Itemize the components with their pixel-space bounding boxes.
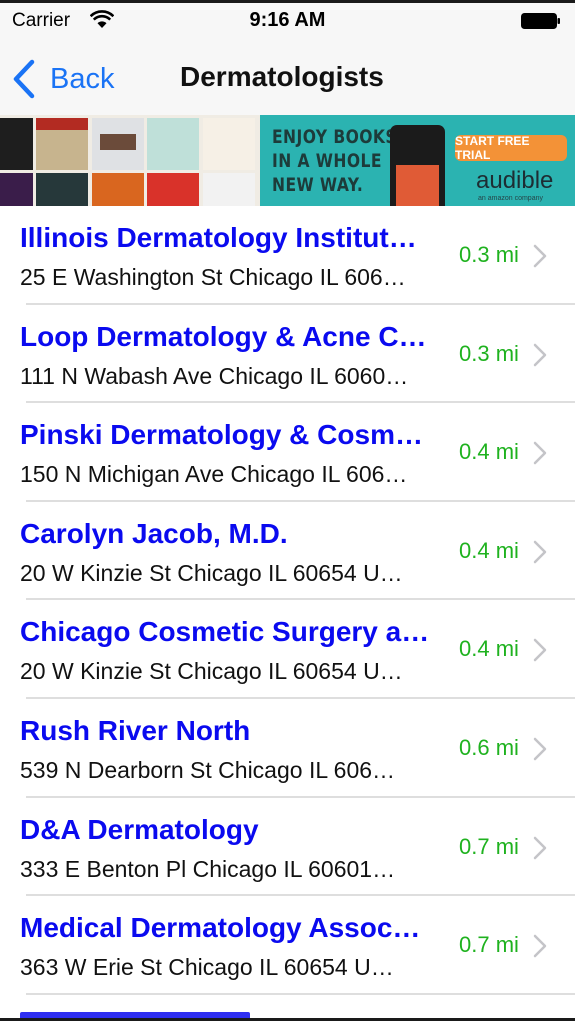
list-item[interactable]: Loop Dermatology & Acne C… 111 N Wabash … — [0, 305, 575, 404]
practice-address: 333 E Benton Pl Chicago IL 60601… — [20, 855, 396, 882]
list-item-partial[interactable] — [0, 995, 575, 1018]
book-cover — [0, 173, 33, 206]
practice-name: Rush River North — [20, 714, 251, 746]
practice-address: 539 N Dearborn St Chicago IL 606… — [20, 756, 396, 783]
chevron-right-icon — [533, 934, 547, 958]
practice-address: 111 N Wabash Ave Chicago IL 6060… — [20, 362, 409, 389]
start-free-trial-button[interactable]: START FREE TRIAL — [455, 134, 567, 162]
ad-headline: ENJOY BOOKS IN A WHOLE NEW WAY. — [272, 126, 398, 196]
chevron-right-icon — [533, 343, 547, 366]
distance-label: 0.7 mi — [459, 833, 519, 859]
list-item[interactable]: Chicago Cosmetic Surgery a… 20 W Kinzie … — [0, 600, 575, 699]
practice-address: 25 E Washington St Chicago IL 606… — [20, 264, 406, 290]
book-cover — [92, 173, 144, 206]
practice-address: 363 W Erie St Chicago IL 60654 U… — [20, 954, 394, 981]
book-covers-image — [0, 115, 260, 206]
practice-address: 20 W Kinzie St Chicago IL 60654 U… — [20, 658, 403, 685]
chevron-right-icon — [533, 244, 547, 268]
book-cover — [203, 118, 255, 170]
chevron-right-icon — [533, 639, 547, 662]
chevron-right-icon — [533, 441, 547, 465]
list-item[interactable]: Medical Dermatology Assoc… 363 W Erie St… — [0, 896, 575, 995]
list-item[interactable]: D&A Dermatology 333 E Benton Pl Chicago … — [0, 798, 575, 897]
distance-label: 0.4 mi — [459, 537, 519, 563]
status-bar: Carrier 9:16 AM — [0, 3, 575, 39]
chevron-left-icon — [13, 59, 35, 99]
list-item[interactable]: Pinski Dermatology & Cosm… 150 N Michiga… — [0, 403, 575, 502]
distance-label: 0.3 mi — [459, 242, 519, 267]
practice-name: Medical Dermatology Assoc… — [20, 912, 421, 944]
back-label: Back — [50, 62, 115, 95]
distance-label: 0.7 mi — [459, 932, 519, 958]
battery-icon — [521, 13, 560, 29]
chevron-right-icon — [533, 540, 547, 564]
practice-name: Illinois Dermatology Institut… — [20, 222, 417, 253]
ad-banner[interactable]: ENJOY BOOKS IN A WHOLE NEW WAY. START FR… — [0, 115, 575, 206]
phone-image — [390, 125, 445, 206]
audible-tagline: an amazon company — [478, 195, 543, 202]
book-cover — [0, 118, 33, 170]
practice-address: 20 W Kinzie St Chicago IL 60654 U… — [20, 559, 403, 586]
clock: 9:16 AM — [249, 9, 326, 31]
audible-logo: audible — [476, 167, 554, 194]
navigation-bar: Back Dermatologists — [0, 43, 575, 113]
list-item[interactable]: Illinois Dermatology Institut… 25 E Wash… — [0, 206, 575, 305]
chevron-right-icon — [533, 737, 547, 761]
practice-name: Loop Dermatology & Acne C… — [20, 320, 427, 352]
results-list: Illinois Dermatology Institut… 25 E Wash… — [0, 206, 575, 995]
page-title: Dermatologists — [180, 61, 384, 92]
list-item[interactable]: Rush River North 539 N Dearborn St Chica… — [0, 699, 575, 798]
book-cover — [36, 118, 88, 170]
distance-label: 0.4 mi — [459, 636, 519, 662]
list-item[interactable]: Carolyn Jacob, M.D. 20 W Kinzie St Chica… — [0, 502, 575, 601]
practice-name: Carolyn Jacob, M.D. — [20, 517, 288, 549]
chevron-right-icon — [533, 836, 547, 859]
distance-label: 0.6 mi — [459, 734, 519, 760]
back-button[interactable]: Back — [12, 57, 114, 101]
distance-label: 0.3 mi — [459, 340, 519, 366]
book-cover — [147, 173, 199, 206]
practice-name: Pinski Dermatology & Cosm… — [20, 419, 423, 451]
book-cover — [147, 118, 199, 170]
distance-label: 0.4 mi — [459, 439, 519, 465]
book-cover — [203, 173, 255, 206]
book-cover — [92, 118, 144, 170]
practice-name: D&A Dermatology — [20, 813, 259, 845]
practice-address: 150 N Michigan Ave Chicago IL 606… — [20, 461, 408, 488]
book-cover — [36, 173, 88, 206]
header: Carrier 9:16 AM Back Dermatologists — [0, 3, 575, 115]
practice-name: Chicago Cosmetic Surgery a… — [20, 616, 430, 648]
